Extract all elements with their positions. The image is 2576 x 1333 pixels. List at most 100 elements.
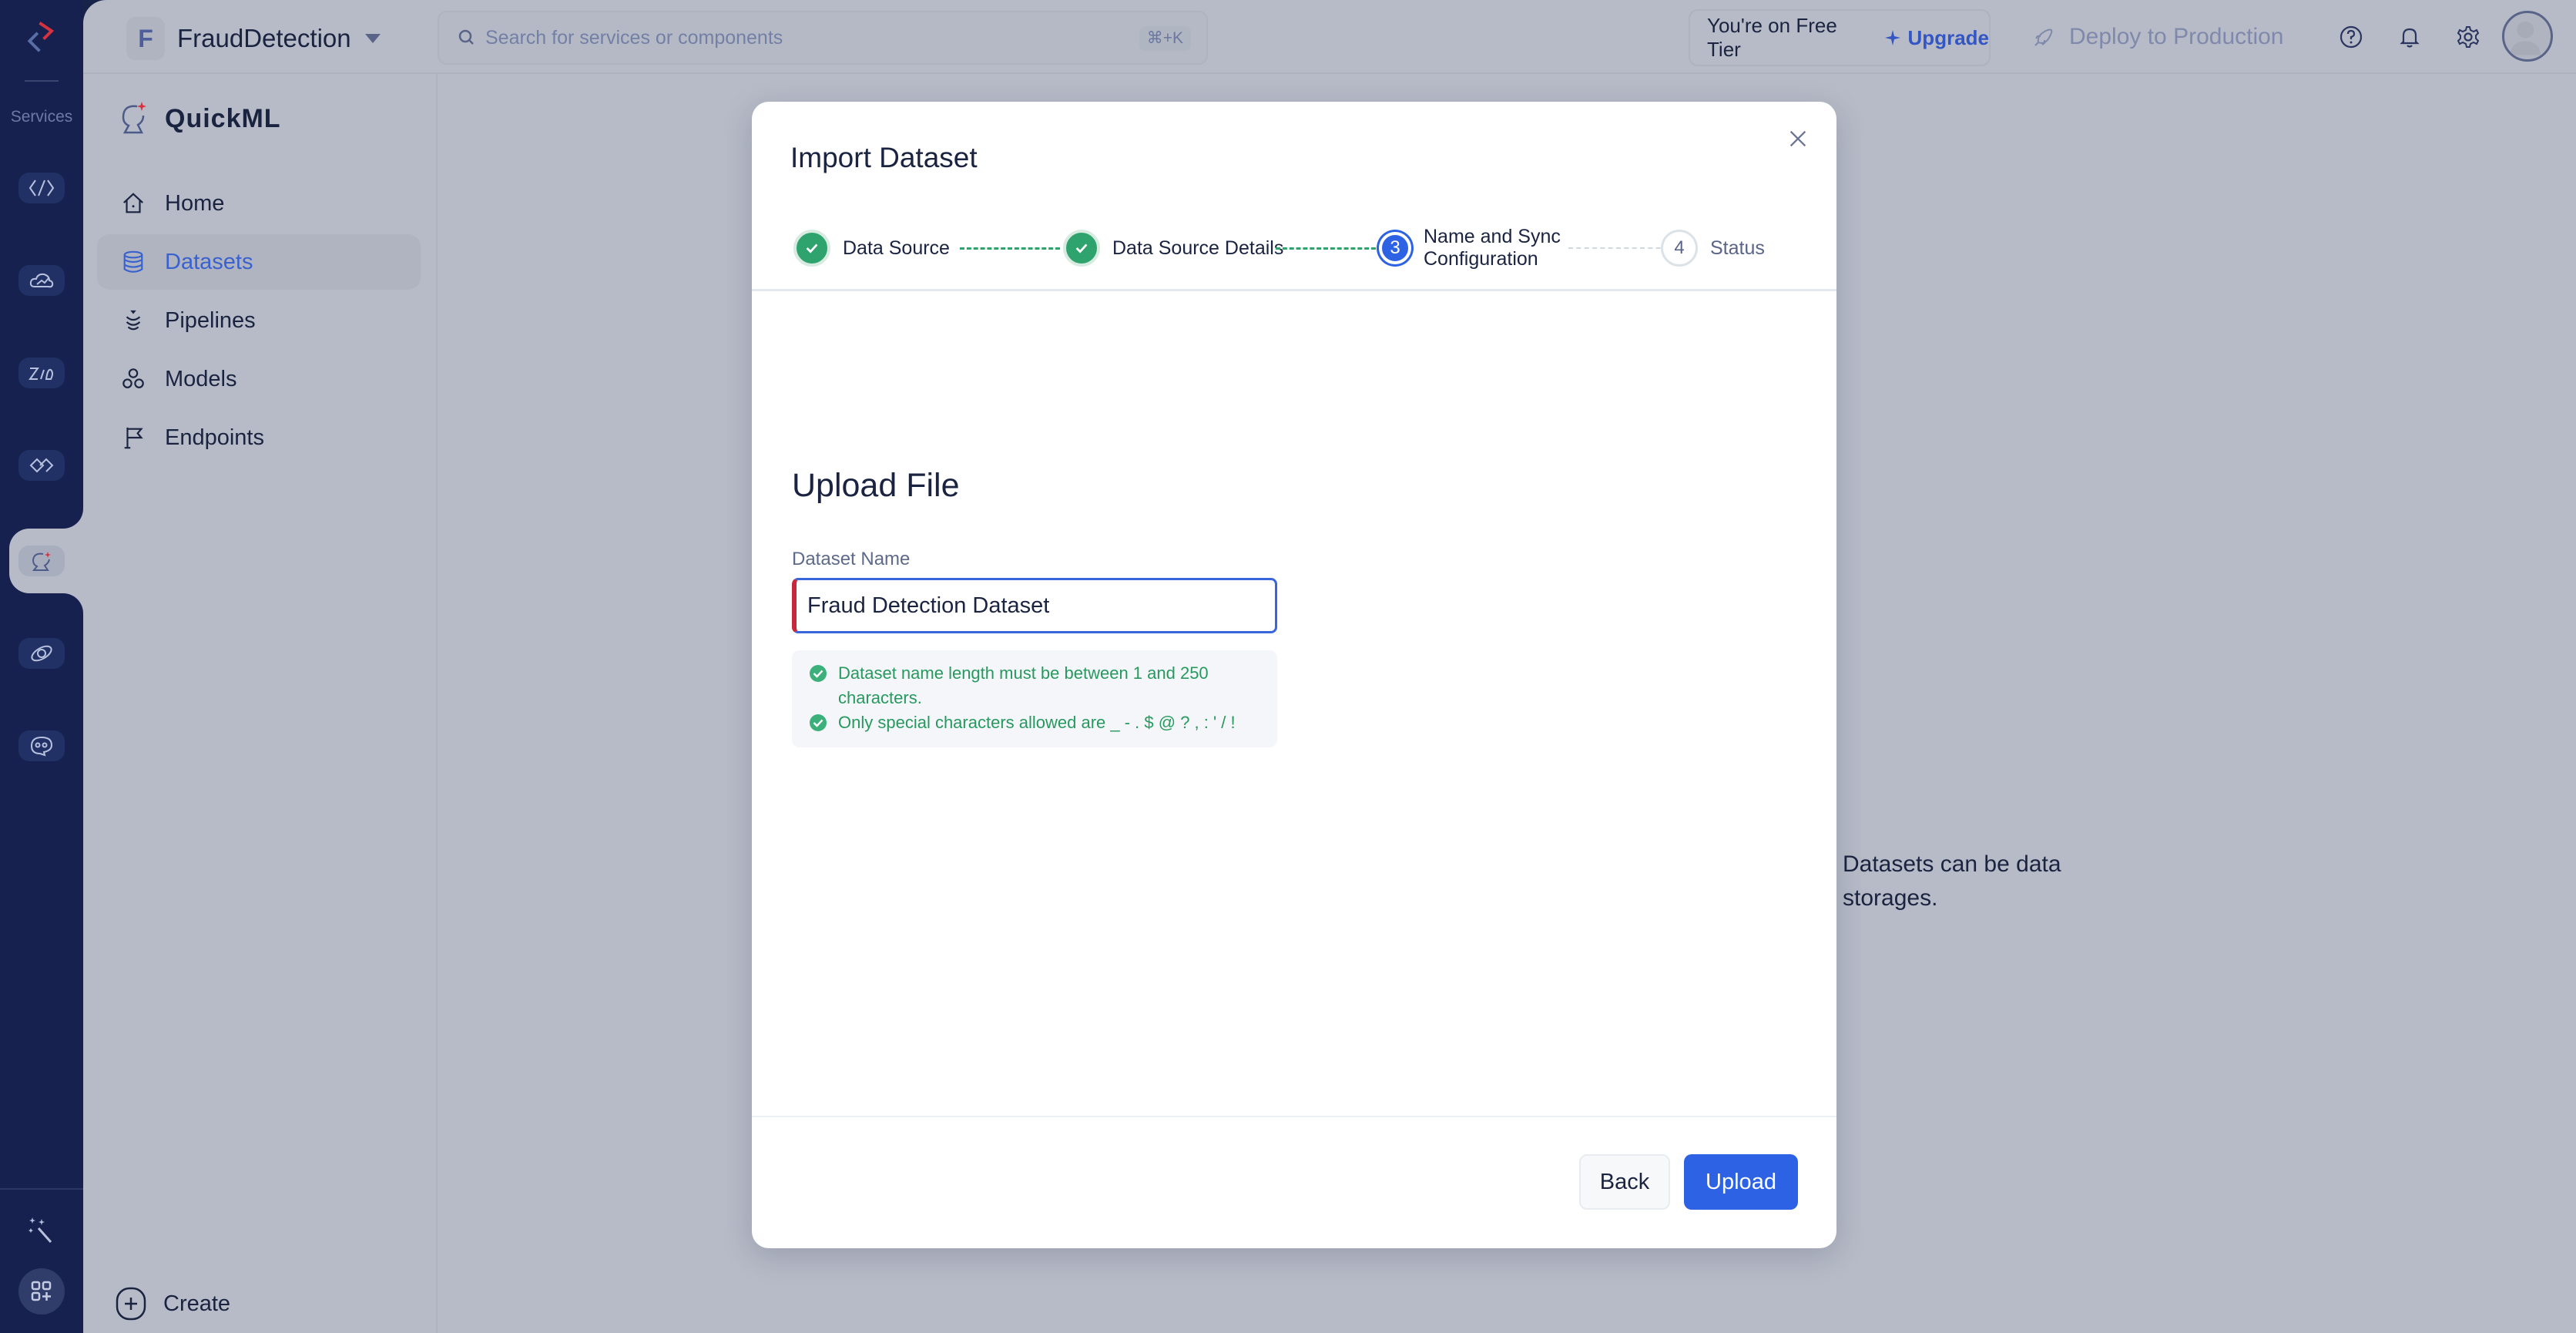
tier-text: You're on Free Tier (1707, 14, 1837, 61)
dataset-name-input[interactable] (807, 593, 1275, 619)
bell-icon (2400, 28, 2420, 48)
integration-service-icon (29, 458, 54, 473)
global-search[interactable]: ⌘+K (438, 11, 1208, 65)
datasets-description: Datasets can be data storages. (1843, 851, 2061, 911)
hint-text: Only special characters allowed are _ - … (838, 713, 1236, 732)
magic-wand-icon[interactable] (26, 1214, 57, 1245)
chatbot-service-button[interactable] (18, 730, 65, 761)
orbit-service-button[interactable] (18, 638, 65, 669)
upload-button[interactable]: Upload (1684, 1154, 1798, 1210)
step-connector (1276, 247, 1376, 250)
step-done-check-icon (793, 230, 830, 267)
rail-bottom-divider (0, 1188, 83, 1190)
modal-header-divider (752, 289, 1836, 291)
notifications-button[interactable] (2394, 22, 2425, 52)
step-label: Data Source (843, 237, 950, 259)
hint-text: Dataset name length must be between 1 an… (838, 663, 1209, 707)
rail-divider (25, 80, 59, 82)
step-label: Name and Sync Configuration (1424, 226, 1561, 270)
check-circle-icon (810, 665, 827, 682)
validation-hints: Dataset name length must be between 1 an… (792, 650, 1277, 747)
cloud-service-button[interactable] (18, 265, 65, 296)
search-icon (458, 29, 474, 45)
step-name-and-sync[interactable]: 3 Name and Sync Configuration (1379, 217, 1578, 279)
free-tier-banner: You're on Free Tier Upgrade (1689, 9, 1991, 66)
step-label: Status (1710, 237, 1765, 259)
dataset-name-field[interactable] (792, 578, 1277, 633)
home-icon (120, 190, 146, 217)
nav-item-datasets[interactable]: Datasets (97, 234, 421, 290)
nav-label: Pipelines (165, 307, 256, 333)
quickml-logo-icon (122, 102, 146, 134)
sparkle-icon (1884, 30, 1900, 45)
product-sidebar: QuickML Home Datasets Pipelines Models E… (83, 74, 438, 1333)
pipeline-icon (120, 307, 146, 334)
dataset-name-label: Dataset Name (792, 549, 911, 569)
nav-item-pipelines[interactable]: Pipelines (97, 293, 421, 348)
create-button[interactable]: Create (116, 1287, 230, 1321)
plus-circle-icon (116, 1287, 146, 1321)
section-title: Upload File (792, 467, 960, 504)
close-icon (1789, 130, 1806, 147)
chatbot-service-icon (30, 736, 53, 757)
step-done-check-icon (1063, 230, 1100, 267)
step-status[interactable]: 4 Status (1661, 217, 1765, 279)
nav-label: Models (165, 366, 237, 391)
product-name: QuickML (165, 103, 281, 133)
modal-footer-divider (752, 1116, 1836, 1117)
import-stepper: Data Source Data Source Details 3 Name a… (793, 217, 1806, 279)
step-data-source[interactable]: Data Source (793, 217, 950, 279)
project-name: FraudDetection (177, 24, 351, 52)
validation-hint: Dataset name length must be between 1 an… (809, 661, 1260, 710)
nav-label: Home (165, 190, 225, 216)
zia-service-button[interactable] (18, 358, 65, 388)
user-avatar[interactable] (2502, 11, 2553, 62)
deploy-to-production-button[interactable]: Deploy to Production (2032, 20, 2284, 54)
deploy-label: Deploy to Production (2069, 24, 2284, 49)
step-number: 3 (1379, 232, 1411, 264)
step-label: Data Source Details (1112, 237, 1284, 259)
step-connector (960, 247, 1060, 250)
top-bar: F FraudDetection ⌘+K You're on Free Tier… (83, 0, 2576, 74)
project-avatar: F (126, 17, 165, 60)
help-icon (2340, 25, 2363, 49)
search-shortcut: ⌘+K (1139, 26, 1191, 51)
nav-item-models[interactable]: Models (97, 351, 421, 407)
product-header: QuickML (119, 100, 281, 137)
models-icon (120, 366, 146, 392)
help-button[interactable] (2336, 22, 2366, 52)
settings-button[interactable] (2453, 22, 2484, 52)
flag-icon (120, 425, 146, 451)
gear-icon (2457, 26, 2480, 48)
step-number: 4 (1661, 230, 1698, 267)
code-service-icon (29, 180, 55, 196)
user-silhouette-icon (2510, 21, 2541, 55)
zia-service-icon (29, 368, 53, 380)
upgrade-link[interactable]: Upgrade (1883, 26, 1989, 50)
code-service-button[interactable] (18, 173, 65, 203)
cloud-service-icon (29, 273, 54, 288)
create-label: Create (163, 1291, 231, 1316)
step-data-source-details[interactable]: Data Source Details (1063, 217, 1283, 279)
add-apps-button[interactable] (18, 1268, 65, 1315)
nav-label: Datasets (165, 249, 253, 274)
catalyst-logo-icon[interactable] (18, 14, 65, 60)
search-input[interactable] (485, 26, 1102, 49)
quickml-service-button[interactable] (18, 546, 65, 576)
caret-down-icon (364, 34, 381, 43)
nav-label: Endpoints (165, 425, 264, 450)
integration-service-button[interactable] (18, 450, 65, 481)
quickml-service-icon (32, 552, 51, 571)
step-connector (1568, 247, 1669, 249)
project-switcher[interactable]: F FraudDetection (126, 17, 381, 60)
orbit-service-icon (31, 645, 52, 662)
upgrade-label: Upgrade (1907, 25, 1989, 49)
close-button[interactable] (1783, 123, 1813, 154)
apps-grid-icon (31, 1281, 52, 1301)
back-button[interactable]: Back (1579, 1154, 1670, 1210)
nav-item-endpoints[interactable]: Endpoints (97, 410, 421, 465)
nav-item-home[interactable]: Home (97, 176, 421, 231)
services-label: Services (10, 108, 73, 126)
validation-hint: Only special characters allowed are _ - … (809, 710, 1260, 735)
database-icon (120, 249, 146, 275)
